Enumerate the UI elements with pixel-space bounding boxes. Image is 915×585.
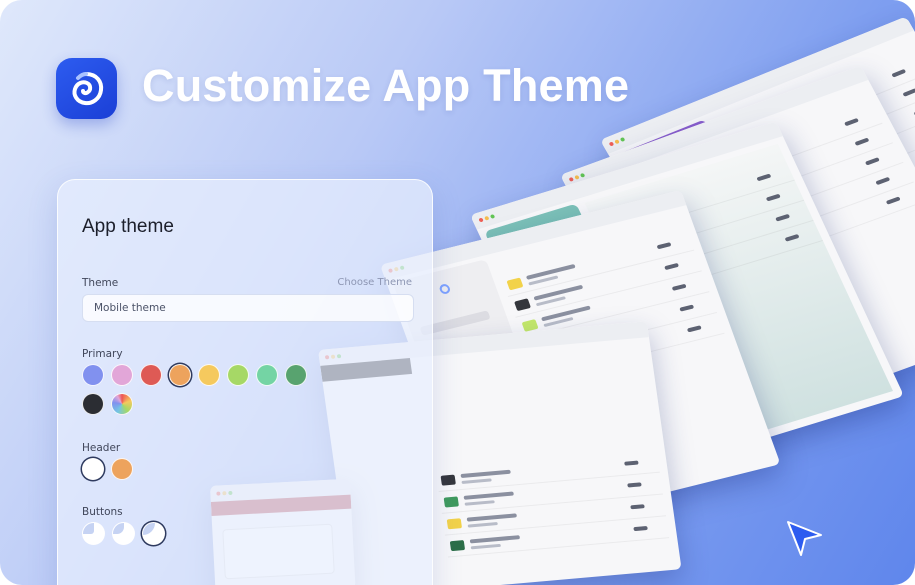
app-theme-panel: App theme Theme Choose Theme Mobile them…: [57, 179, 433, 585]
primary-swatch[interactable]: [82, 364, 104, 386]
theme-label: Theme: [82, 277, 119, 289]
primary-swatch[interactable]: [227, 364, 249, 386]
promo-canvas: Customize App Theme App theme Theme Choo…: [0, 0, 915, 585]
button-style-rounded[interactable]: [112, 522, 135, 545]
cursor-icon: [787, 521, 822, 556]
buttons-label: Buttons: [82, 506, 123, 518]
primary-swatch[interactable]: [285, 364, 307, 386]
headline: Customize App Theme: [142, 60, 630, 111]
primary-swatch[interactable]: [140, 364, 162, 386]
primary-swatch[interactable]: [111, 393, 133, 415]
app-logo-icon: [56, 58, 117, 119]
primary-swatch[interactable]: [82, 393, 104, 415]
primary-label: Primary: [82, 348, 123, 360]
primary-swatch[interactable]: [111, 364, 133, 386]
button-style-square[interactable]: [82, 522, 105, 545]
header-label: Header: [82, 442, 121, 454]
theme-field[interactable]: Mobile theme: [82, 294, 414, 322]
button-style-pill[interactable]: [142, 522, 165, 545]
header-swatch[interactable]: [111, 458, 133, 480]
primary-swatch[interactable]: [256, 364, 278, 386]
header-swatch[interactable]: [82, 458, 104, 480]
panel-title: App theme: [82, 216, 174, 237]
primary-swatch[interactable]: [198, 364, 220, 386]
choose-theme-link[interactable]: Choose Theme: [337, 277, 412, 288]
primary-swatch[interactable]: [169, 364, 191, 386]
